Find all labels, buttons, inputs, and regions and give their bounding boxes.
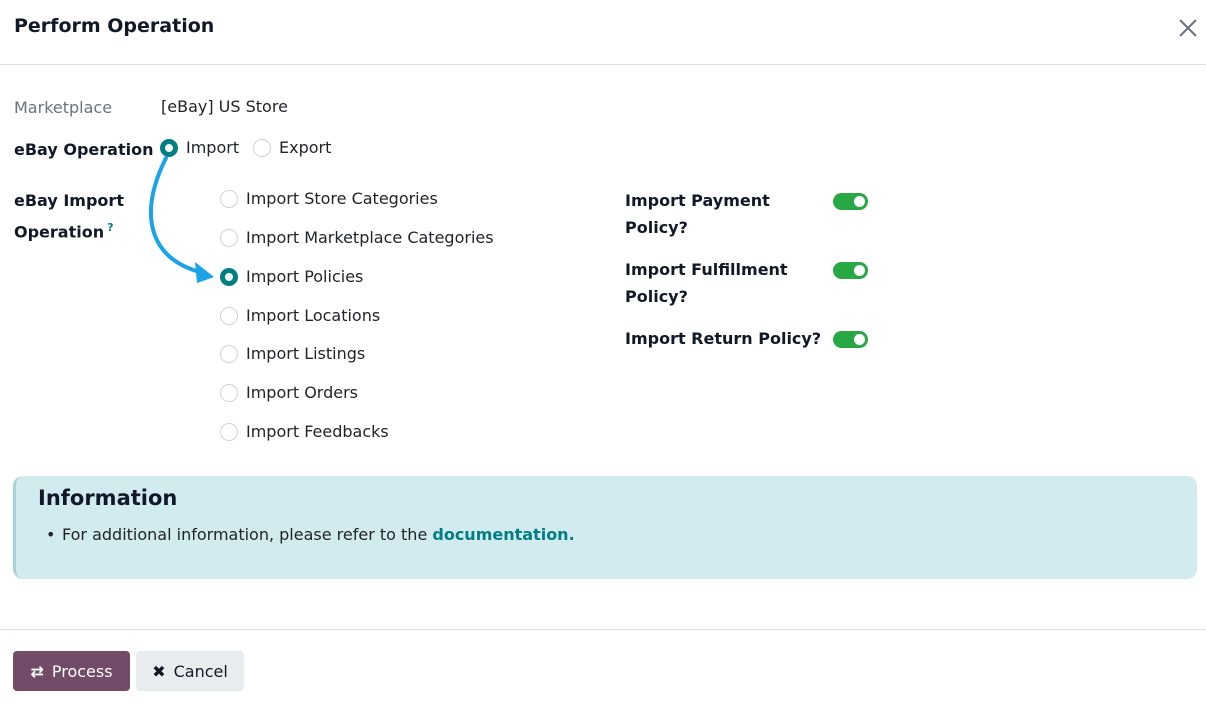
import-payment-policy-label: Import Payment Policy? xyxy=(625,187,770,241)
radio-label: Import Store Categories xyxy=(246,189,438,208)
radio-indicator xyxy=(220,422,238,441)
import-return-policy-label: Import Return Policy? xyxy=(625,329,822,348)
import-operation-label-line1: eBay Import xyxy=(14,191,124,210)
toggle-knob xyxy=(854,334,865,345)
marketplace-label: Marketplace xyxy=(14,98,113,117)
toggle-knob xyxy=(854,265,865,276)
dialog-header: Perform Operation xyxy=(0,0,1206,65)
radio-import-locations[interactable]: Import Locations xyxy=(220,306,380,325)
radio-import-marketplace-categories[interactable]: Import Marketplace Categories xyxy=(220,228,494,247)
radio-label: Import xyxy=(186,138,240,157)
radio-indicator xyxy=(160,138,178,157)
radio-indicator xyxy=(220,306,238,325)
import-fulfillment-policy-toggle[interactable] xyxy=(833,262,868,279)
dialog-footer: ⇄ Process ✖ Cancel xyxy=(0,629,1206,705)
radio-label: Import Marketplace Categories xyxy=(246,228,494,247)
cancel-button[interactable]: ✖ Cancel xyxy=(136,651,244,691)
information-item: • For additional information, please ref… xyxy=(46,525,575,544)
cancel-button-label: Cancel xyxy=(173,661,228,681)
dialog-title: Perform Operation xyxy=(14,15,215,37)
marketplace-value: [eBay] US Store xyxy=(161,97,288,116)
radio-label: Import Orders xyxy=(246,383,358,402)
help-tooltip-icon[interactable]: ? xyxy=(107,221,113,234)
radio-indicator xyxy=(220,267,238,286)
close-icon[interactable] xyxy=(1174,14,1202,42)
radio-label: Import Policies xyxy=(246,267,364,286)
radio-label: Export xyxy=(279,138,332,157)
radio-import-store-categories[interactable]: Import Store Categories xyxy=(220,189,438,208)
label-line: Policy? xyxy=(625,218,688,237)
radio-label: Import Feedbacks xyxy=(246,422,389,441)
close-icon: ✖ xyxy=(152,661,166,681)
radio-indicator xyxy=(220,228,238,247)
radio-operation-import[interactable]: Import xyxy=(160,138,239,157)
radio-indicator xyxy=(220,344,238,363)
label-line: Import Fulfillment xyxy=(625,260,788,279)
radio-import-orders[interactable]: Import Orders xyxy=(220,383,358,402)
radio-indicator xyxy=(253,138,271,157)
bullet: • xyxy=(46,525,56,544)
import-payment-policy-toggle[interactable] xyxy=(833,193,868,210)
operation-label: eBay Operation xyxy=(14,140,154,159)
radio-label: Import Locations xyxy=(246,306,381,325)
information-text: For additional information, please refer… xyxy=(62,525,433,544)
process-button[interactable]: ⇄ Process xyxy=(13,651,130,691)
radio-import-listings[interactable]: Import Listings xyxy=(220,344,365,363)
radio-operation-export[interactable]: Export xyxy=(253,138,331,157)
exchange-icon: ⇄ xyxy=(30,661,44,681)
information-panel: Information • For additional information… xyxy=(13,476,1197,579)
documentation-link[interactable]: documentation. xyxy=(432,525,574,544)
information-title: Information xyxy=(38,486,178,510)
radio-import-policies[interactable]: Import Policies xyxy=(220,267,363,286)
radio-indicator xyxy=(220,189,238,208)
import-operation-label: eBay Import Operation? xyxy=(14,187,124,245)
process-button-label: Process xyxy=(51,661,113,681)
radio-indicator xyxy=(220,383,238,402)
radio-label: Import Listings xyxy=(246,344,366,363)
import-return-policy-toggle[interactable] xyxy=(833,331,868,348)
import-operation-label-line2: Operation xyxy=(14,222,105,242)
import-fulfillment-policy-label: Import Fulfillment Policy? xyxy=(625,256,788,310)
label-line: Policy? xyxy=(625,287,688,306)
radio-import-feedbacks[interactable]: Import Feedbacks xyxy=(220,422,389,441)
toggle-knob xyxy=(854,196,865,207)
label-line: Import Payment xyxy=(625,191,770,210)
